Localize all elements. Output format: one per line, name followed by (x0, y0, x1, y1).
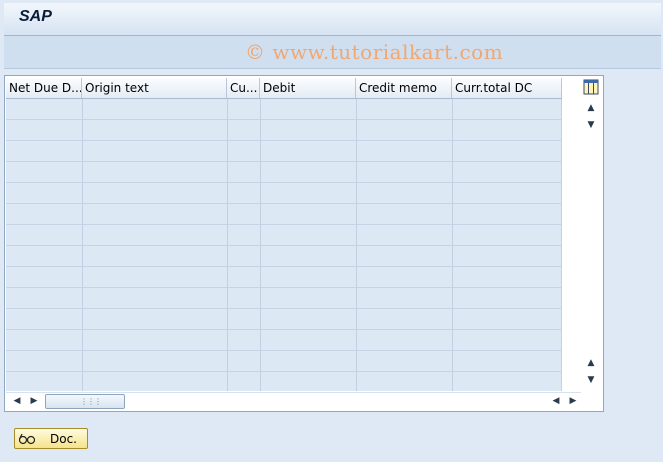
table-row[interactable] (6, 288, 562, 309)
column-header-origin-text[interactable]: Origin text (82, 78, 227, 98)
document-table: Net Due D... Origin text Cu... Debit Cre… (4, 75, 604, 412)
scroll-up-icon[interactable]: ▲ (585, 101, 597, 115)
title-bar: SAP (4, 3, 661, 36)
scroll-left-icon[interactable]: ◀ (10, 394, 24, 408)
vertical-scrollbar[interactable]: ▲ ▼ ▲ ▼ (581, 98, 601, 392)
table-row[interactable] (6, 267, 562, 288)
table-row[interactable] (6, 183, 562, 204)
table-row[interactable] (6, 204, 562, 225)
table-row[interactable] (6, 309, 562, 330)
table-row[interactable] (6, 120, 562, 141)
table-row[interactable] (6, 246, 562, 267)
column-divider (82, 99, 83, 391)
window-title: SAP (19, 8, 52, 25)
doc-button-label: Doc. (50, 432, 77, 446)
table-row[interactable] (6, 162, 562, 183)
table-row[interactable] (6, 99, 562, 120)
horizontal-scrollbar[interactable]: ◀ ▶ ⋮⋮⋮ ◀ ▶ (6, 392, 581, 410)
scroll-down-icon[interactable]: ▼ (585, 118, 597, 132)
column-header-curr-total-dc[interactable]: Curr.total DC (452, 78, 562, 98)
table-settings-icon[interactable] (583, 79, 599, 95)
glasses-display-icon (18, 433, 36, 445)
watermark: © www.tutorialkart.com (245, 40, 504, 64)
column-header-debit[interactable]: Debit (260, 78, 356, 98)
column-divider (561, 99, 562, 391)
column-divider (356, 99, 357, 391)
scroll-down-icon[interactable]: ▼ (585, 373, 597, 387)
column-header-net-due-date[interactable]: Net Due D... (6, 78, 82, 98)
table-body (6, 99, 562, 391)
scrollbar-thumb[interactable]: ⋮⋮⋮ (45, 394, 125, 409)
scroll-left-icon[interactable]: ◀ (549, 394, 563, 408)
column-divider (227, 99, 228, 391)
column-header-currency[interactable]: Cu... (227, 78, 260, 98)
scroll-right-icon[interactable]: ▶ (566, 394, 580, 408)
scroll-right-icon[interactable]: ▶ (27, 394, 41, 408)
scroll-up-icon[interactable]: ▲ (585, 356, 597, 370)
doc-button[interactable]: Doc. (14, 428, 88, 449)
table-row[interactable] (6, 225, 562, 246)
table-row[interactable] (6, 330, 562, 351)
column-divider (452, 99, 453, 391)
grip-icon: ⋮⋮⋮ (80, 397, 102, 406)
table-header: Net Due D... Origin text Cu... Debit Cre… (6, 78, 562, 99)
column-divider (260, 99, 261, 391)
column-header-credit-memo[interactable]: Credit memo (356, 78, 452, 98)
table-row[interactable] (6, 351, 562, 372)
table-row[interactable] (6, 372, 562, 391)
table-row[interactable] (6, 141, 562, 162)
